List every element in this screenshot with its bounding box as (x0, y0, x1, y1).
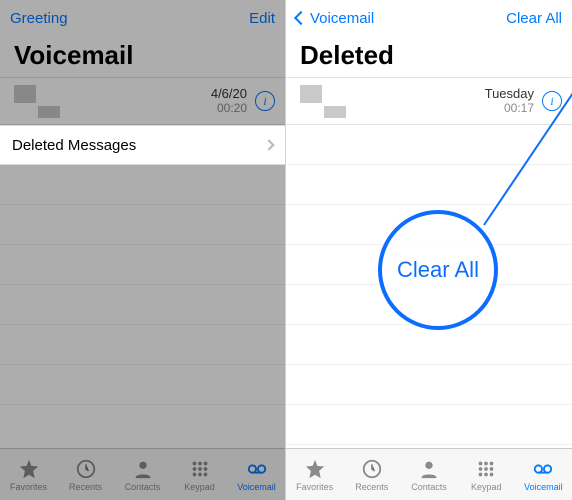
tab-bar: Favorites Recents Contacts Keypad Voicem… (286, 448, 572, 500)
tab-label: Favorites (296, 482, 333, 492)
tab-label: Contacts (125, 482, 161, 492)
chevron-right-icon (263, 139, 274, 150)
tab-recents[interactable]: Recents (57, 449, 114, 500)
tab-label: Voicemail (524, 482, 563, 492)
tab-contacts[interactable]: Contacts (114, 449, 171, 500)
page-title: Deleted (286, 36, 572, 77)
voicemail-date: 4/6/20 (211, 87, 247, 102)
person-icon (132, 458, 154, 480)
tab-contacts[interactable]: Contacts (400, 449, 457, 500)
empty-list (0, 165, 285, 448)
info-icon[interactable]: i (255, 91, 275, 111)
voicemail-screen: Greeting Edit Voicemail 4/6/20 00:20 i D… (0, 0, 286, 500)
tab-label: Keypad (471, 482, 502, 492)
page-title: Voicemail (0, 36, 285, 77)
annotation-text: Clear All (397, 257, 479, 283)
tab-voicemail[interactable]: Voicemail (228, 449, 285, 500)
tab-label: Keypad (184, 482, 215, 492)
deleted-messages-label: Deleted Messages (12, 137, 136, 154)
keypad-icon (475, 458, 497, 480)
navbar: Voicemail Clear All (286, 0, 572, 36)
tab-label: Contacts (411, 482, 447, 492)
voicemail-icon (246, 458, 268, 480)
contact-placeholder (296, 85, 358, 118)
edit-button[interactable]: Edit (249, 10, 275, 27)
deleted-screen: Voicemail Clear All Deleted Tuesday 00:1… (286, 0, 572, 500)
tab-keypad[interactable]: Keypad (171, 449, 228, 500)
tab-label: Voicemail (237, 482, 276, 492)
clock-icon (75, 458, 97, 480)
tab-recents[interactable]: Recents (343, 449, 400, 500)
tab-bar: Favorites Recents Contacts Keypad Voicem… (0, 448, 285, 500)
voicemail-meta: 4/6/20 00:20 (211, 87, 247, 116)
voicemail-duration: 00:17 (485, 102, 534, 116)
info-icon[interactable]: i (542, 91, 562, 111)
tab-label: Recents (69, 482, 102, 492)
deleted-messages-row[interactable]: Deleted Messages (0, 125, 285, 165)
tab-voicemail[interactable]: Voicemail (515, 449, 572, 500)
tab-keypad[interactable]: Keypad (458, 449, 515, 500)
voicemail-item[interactable]: 4/6/20 00:20 i (0, 77, 285, 125)
voicemail-icon (532, 458, 554, 480)
greeting-button[interactable]: Greeting (10, 10, 68, 27)
star-icon (304, 458, 326, 480)
chevron-left-icon (294, 11, 308, 25)
tab-label: Recents (355, 482, 388, 492)
voicemail-date: Tuesday (485, 87, 534, 102)
keypad-icon (189, 458, 211, 480)
tab-favorites[interactable]: Favorites (286, 449, 343, 500)
voicemail-meta: Tuesday 00:17 (485, 87, 534, 116)
clear-all-button[interactable]: Clear All (506, 10, 562, 27)
tab-favorites[interactable]: Favorites (0, 449, 57, 500)
annotation-callout: Clear All (378, 210, 498, 330)
star-icon (18, 458, 40, 480)
voicemail-duration: 00:20 (211, 102, 247, 116)
contact-placeholder (10, 85, 72, 118)
person-icon (418, 458, 440, 480)
deleted-voicemail-item[interactable]: Tuesday 00:17 i (286, 77, 572, 125)
tab-label: Favorites (10, 482, 47, 492)
back-button[interactable]: Voicemail (296, 10, 374, 27)
navbar: Greeting Edit (0, 0, 285, 36)
back-label: Voicemail (310, 10, 374, 27)
clock-icon (361, 458, 383, 480)
